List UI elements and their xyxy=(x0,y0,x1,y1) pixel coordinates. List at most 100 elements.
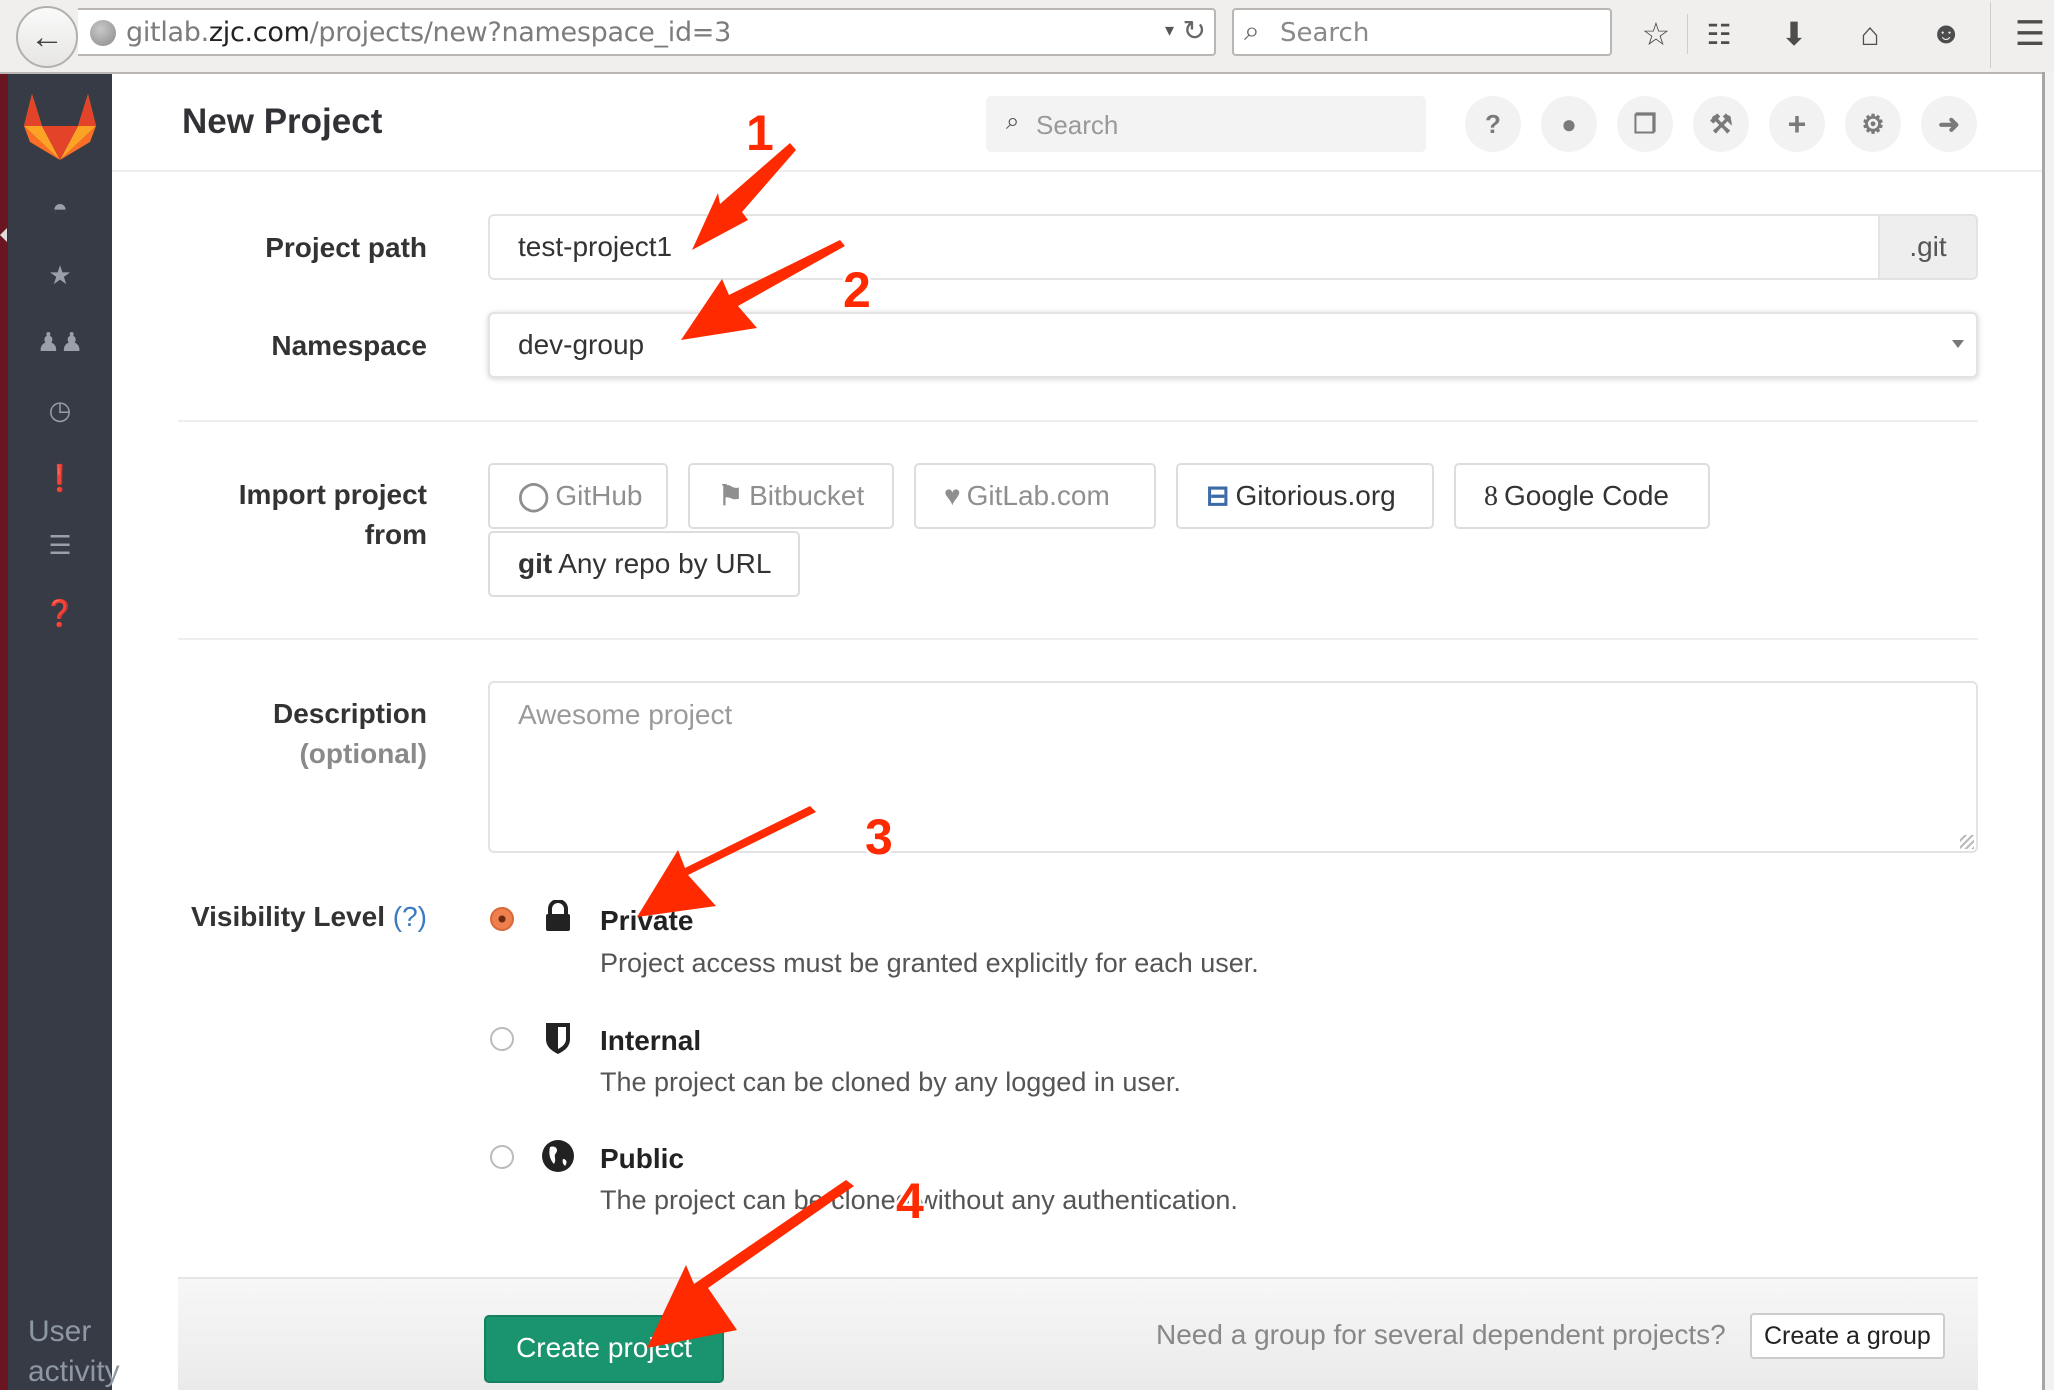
gitorious-icon: ⊟ xyxy=(1206,480,1230,511)
group-hint-text: Need a group for several dependent proje… xyxy=(1156,1319,1726,1350)
browser-search-placeholder: Search xyxy=(1280,18,1370,48)
visibility-public-description: The project can be cloned without any au… xyxy=(600,1185,1238,1215)
list-icon: ☰ xyxy=(48,529,72,560)
admin-wrench-icon[interactable]: ⚒ xyxy=(1693,96,1749,152)
import-gitorious-button[interactable]: ⊟ Gitorious.org xyxy=(1176,463,1434,529)
page-scrollbar[interactable] xyxy=(2042,72,2054,1390)
desktop-launcher-edge xyxy=(0,74,8,1390)
exclamation-icon: ❗ xyxy=(43,462,77,493)
visibility-public-title[interactable]: Public xyxy=(600,1143,684,1175)
description-label: Description (optional) xyxy=(273,694,427,774)
project-path-value: test-project1 xyxy=(518,231,673,262)
sidebar-item-activity[interactable]: ◷ xyxy=(8,390,112,430)
visibility-private-description: Project access must be granted explicitl… xyxy=(600,948,1259,978)
sidebar: ◓ ★ ♟♟ ◷ ❗ ☰ ❓ User activity xyxy=(8,74,120,1390)
reload-icon[interactable]: ↻ xyxy=(1183,14,1206,47)
visibility-label: Visibility Level (?) xyxy=(191,897,427,937)
users-icon: ♟♟ xyxy=(36,326,84,357)
visibility-private-title[interactable]: Private xyxy=(600,905,693,937)
clock-icon: ◷ xyxy=(48,394,72,425)
settings-gear-icon[interactable]: ⚙ xyxy=(1845,96,1901,152)
url-text: gitlab.zjc.com/projects/new?namespace_id… xyxy=(126,17,732,48)
toolbar-separator xyxy=(1990,2,1991,68)
shield-icon xyxy=(540,1020,576,1056)
description-label-text: Description xyxy=(272,698,427,729)
import-bitbucket-button[interactable]: ⚑ Bitbucket xyxy=(688,463,894,529)
import-label: Import project from xyxy=(239,475,427,555)
dashboard-icon: ◓ xyxy=(52,192,68,223)
divider xyxy=(178,638,1978,640)
bookmark-star-icon[interactable]: ☆ xyxy=(1634,12,1678,56)
sidebar-item-projects[interactable]: ★ xyxy=(8,255,112,295)
search-icon: ⌕ xyxy=(1244,15,1260,46)
sidebar-user-activity[interactable]: User activity xyxy=(28,1312,120,1392)
back-arrow-icon: ← xyxy=(30,17,64,56)
visibility-internal-description: The project can be cloned by any logged … xyxy=(600,1067,1181,1097)
bitbucket-icon: ⚑ xyxy=(718,480,744,511)
home-icon[interactable]: ⌂ xyxy=(1848,12,1892,56)
git-icon: git xyxy=(518,548,553,579)
menu-icon[interactable]: ☰ xyxy=(2008,12,2052,56)
sidebar-item-groups[interactable]: ♟♟ xyxy=(8,322,112,362)
url-dropdown-icon[interactable]: ▾ xyxy=(1165,20,1174,41)
browser-search-input[interactable]: ⌕ Search xyxy=(1232,8,1612,56)
help-icon[interactable]: ? xyxy=(1465,96,1521,152)
site-globe-icon xyxy=(90,20,116,46)
description-optional-label: (optional) xyxy=(299,738,427,769)
namespace-label: Namespace xyxy=(271,330,427,361)
snippets-icon[interactable]: ❐ xyxy=(1617,96,1673,152)
sidebar-item-merge-requests[interactable]: ☰ xyxy=(8,525,112,565)
download-icon[interactable]: ⬇ xyxy=(1772,12,1816,56)
import-gitlab-com-button[interactable]: ♥ GitLab.com xyxy=(914,463,1156,529)
create-project-button[interactable]: Create project xyxy=(484,1315,724,1383)
resize-handle[interactable] xyxy=(1960,835,1974,849)
import-github-label: GitHub xyxy=(555,480,643,511)
sidebar-item-dashboard[interactable]: ◓ xyxy=(8,188,112,228)
namespace-select[interactable]: dev-group xyxy=(488,312,1978,378)
import-bitbucket-label: Bitbucket xyxy=(749,480,865,511)
import-github-button[interactable]: ◯ GitHub xyxy=(488,463,668,529)
import-label-line1: Import project xyxy=(238,479,427,510)
toolbar-separator xyxy=(1687,14,1688,54)
lock-icon xyxy=(540,898,576,934)
git-suffix-addon: .git xyxy=(1878,216,1976,278)
project-path-input[interactable]: test-project1 .git xyxy=(488,214,1978,280)
reading-list-icon[interactable]: ☷ xyxy=(1697,12,1741,56)
import-gitorious-label: Gitorious.org xyxy=(1235,480,1396,511)
header-search-input[interactable]: ⌕ Search xyxy=(986,96,1426,152)
browser-toolbar: ← gitlab.zjc.com/projects/new?namespace_… xyxy=(0,0,2054,74)
visibility-internal-title[interactable]: Internal xyxy=(600,1025,701,1057)
visibility-help-link[interactable]: (?) xyxy=(393,901,427,932)
visibility-internal-radio[interactable] xyxy=(490,1027,514,1051)
back-button[interactable]: ← xyxy=(16,6,78,68)
project-path-label: Project path xyxy=(265,232,427,263)
github-icon: ◯ xyxy=(518,480,550,511)
question-icon: ❓ xyxy=(43,597,77,628)
url-bar[interactable]: gitlab.zjc.com/projects/new?namespace_id… xyxy=(78,8,1216,56)
globe-icon xyxy=(540,1138,576,1174)
import-repo-url-label: Any repo by URL xyxy=(558,548,772,579)
import-google-code-label: Google Code xyxy=(1504,480,1670,511)
visibility-public-radio[interactable] xyxy=(490,1145,514,1169)
sidebar-item-help[interactable]: ❓ xyxy=(8,593,112,633)
sidebar-collapse-icon[interactable] xyxy=(0,228,7,242)
chevron-down-icon xyxy=(1952,340,1964,348)
new-project-plus-icon[interactable]: + xyxy=(1769,96,1825,152)
search-icon: ⌕ xyxy=(1006,108,1020,135)
page-header: New Project ⌕ Search ? ● ❐ ⚒ + ⚙ ➜ xyxy=(112,74,2042,172)
visibility-private-radio[interactable] xyxy=(490,907,514,931)
gitlab-logo[interactable] xyxy=(22,92,98,162)
google-icon: 8 xyxy=(1484,481,1498,512)
logout-icon[interactable]: ➜ xyxy=(1921,96,1977,152)
heart-icon: ♥ xyxy=(944,480,961,511)
create-group-button[interactable]: Create a group xyxy=(1750,1313,1945,1359)
import-repo-url-button[interactable]: git Any repo by URL xyxy=(488,531,800,597)
description-textarea[interactable]: Awesome project xyxy=(488,681,1978,853)
star-icon: ★ xyxy=(48,259,72,290)
explore-globe-icon[interactable]: ● xyxy=(1541,96,1597,152)
chat-icon[interactable]: ☻ xyxy=(1924,12,1968,56)
sidebar-item-issues[interactable]: ❗ xyxy=(8,458,112,498)
import-gitlab-com-label: GitLab.com xyxy=(966,480,1110,511)
import-google-code-button[interactable]: 8 Google Code xyxy=(1454,463,1710,529)
import-label-line2: from xyxy=(364,519,427,550)
